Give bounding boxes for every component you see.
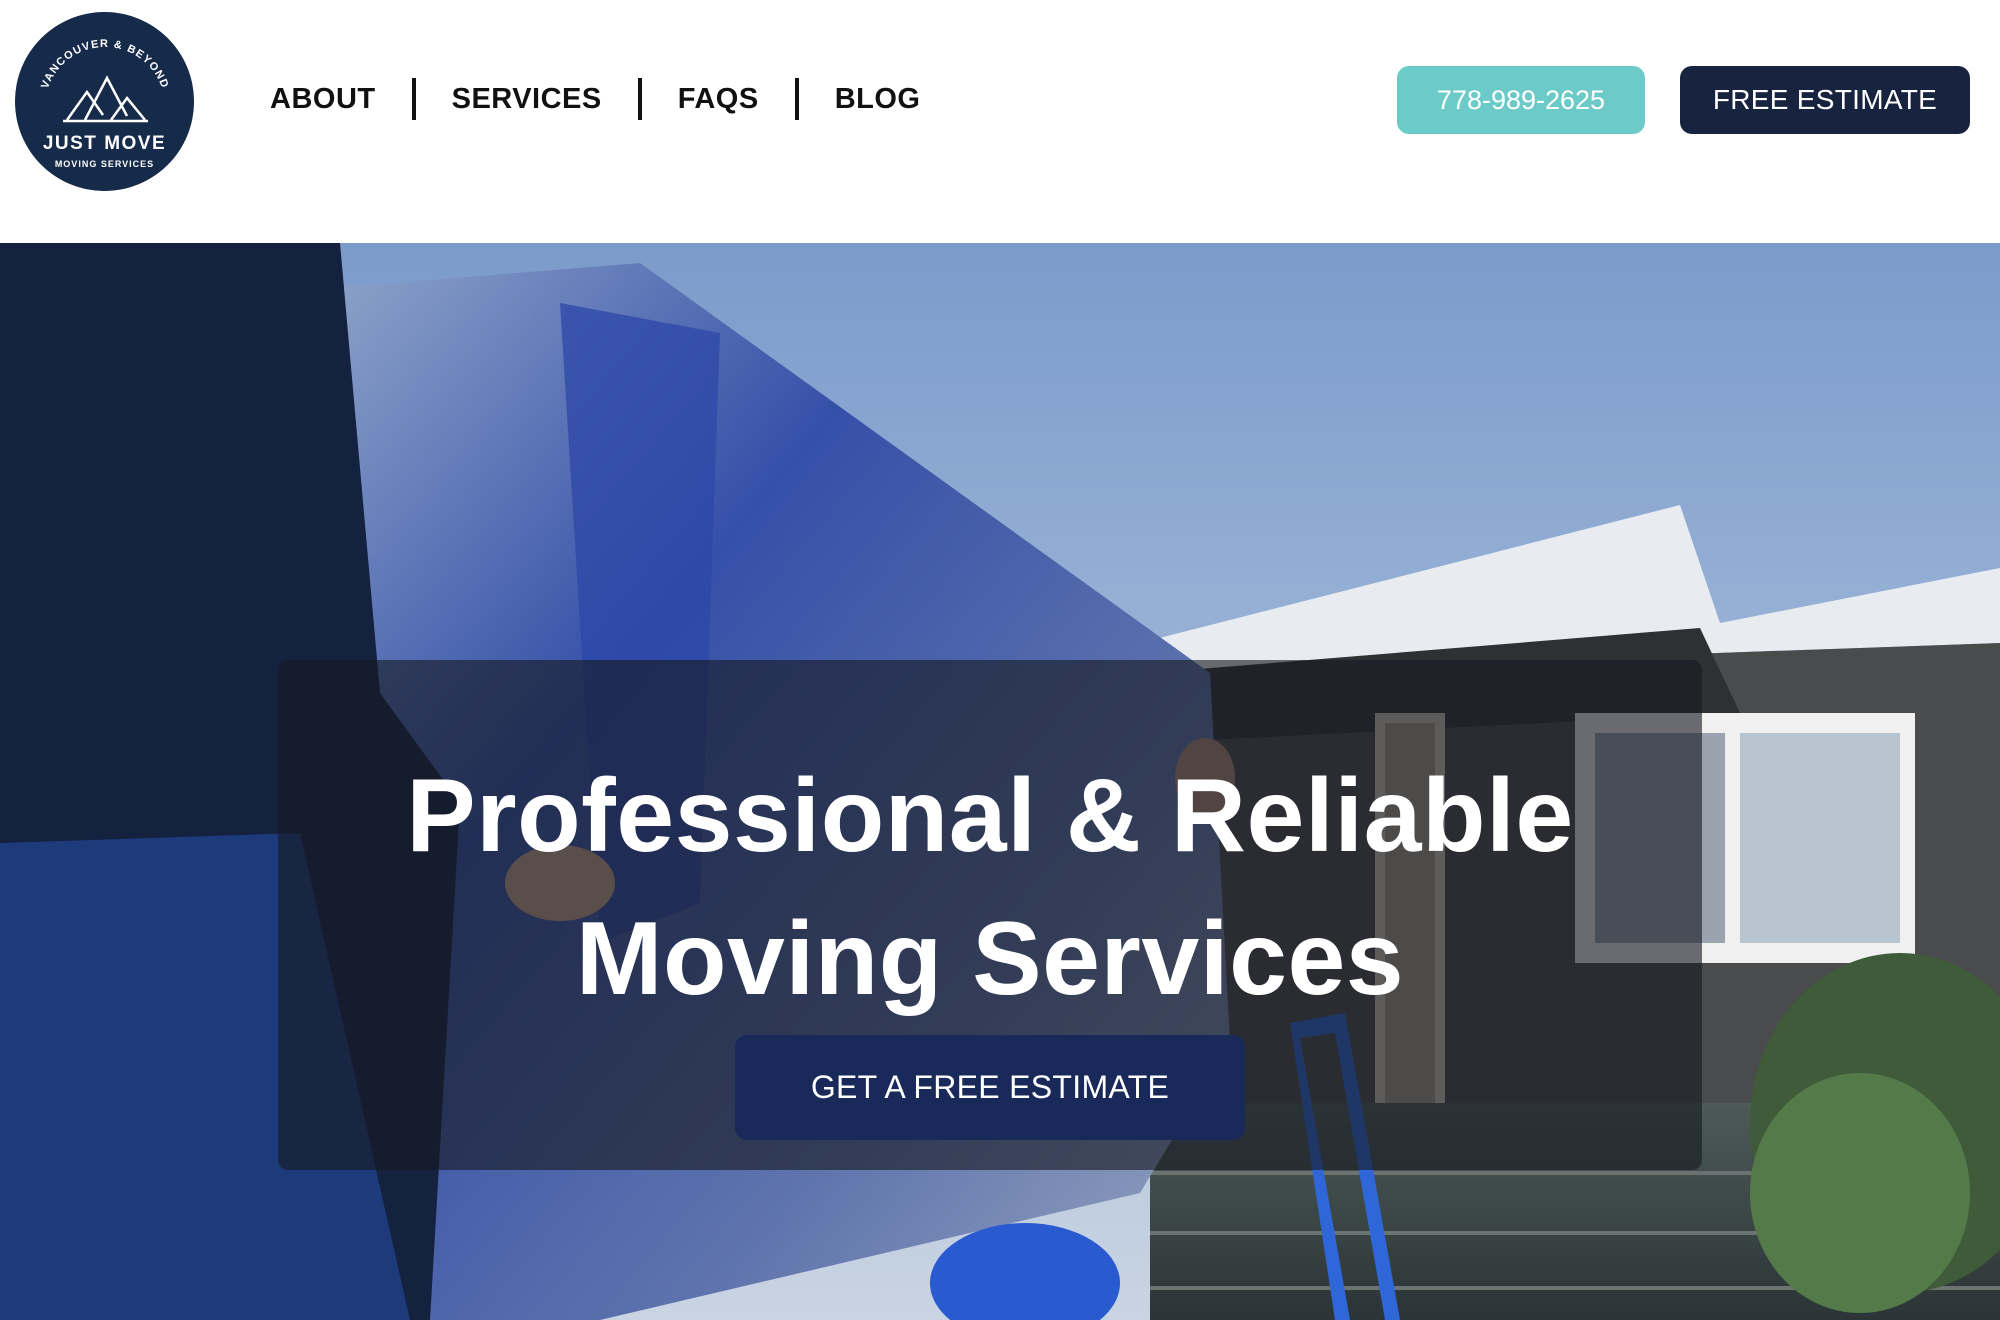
nav-faqs[interactable]: FAQS — [678, 74, 759, 124]
logo-name: JUST MOVE — [43, 133, 166, 154]
hero-heading: Professional & Reliable Moving Services — [278, 745, 1702, 1031]
nav-divider — [411, 78, 416, 120]
hero-heading-line-1: Professional & Reliable — [406, 758, 1574, 874]
nav-blog[interactable]: BLOG — [835, 74, 921, 124]
phone-button[interactable]: 778-989-2625 — [1397, 66, 1645, 134]
nav-about[interactable]: ABOUT — [270, 74, 376, 124]
nav-divider — [637, 78, 642, 120]
main-nav: ABOUT SERVICES FAQS BLOG — [270, 74, 921, 124]
hero-heading-line-2: Moving Services — [575, 901, 1405, 1017]
logo-tagline: MOVING SERVICES — [55, 159, 154, 169]
site-header: VANCOUVER & BEYOND JUST MOVE MOVING SERV… — [0, 0, 2000, 243]
hero-section: Professional & Reliable Moving Services — [0, 243, 2000, 1320]
logo-emblem-icon: VANCOUVER & BEYOND JUST MOVE MOVING SERV… — [15, 12, 194, 191]
nav-divider — [794, 78, 799, 120]
nav-services[interactable]: SERVICES — [452, 74, 602, 124]
get-free-estimate-button[interactable]: GET A FREE ESTIMATE — [735, 1035, 1245, 1140]
free-estimate-button[interactable]: FREE ESTIMATE — [1680, 66, 1970, 134]
just-move-logo[interactable]: VANCOUVER & BEYOND JUST MOVE MOVING SERV… — [15, 12, 194, 191]
